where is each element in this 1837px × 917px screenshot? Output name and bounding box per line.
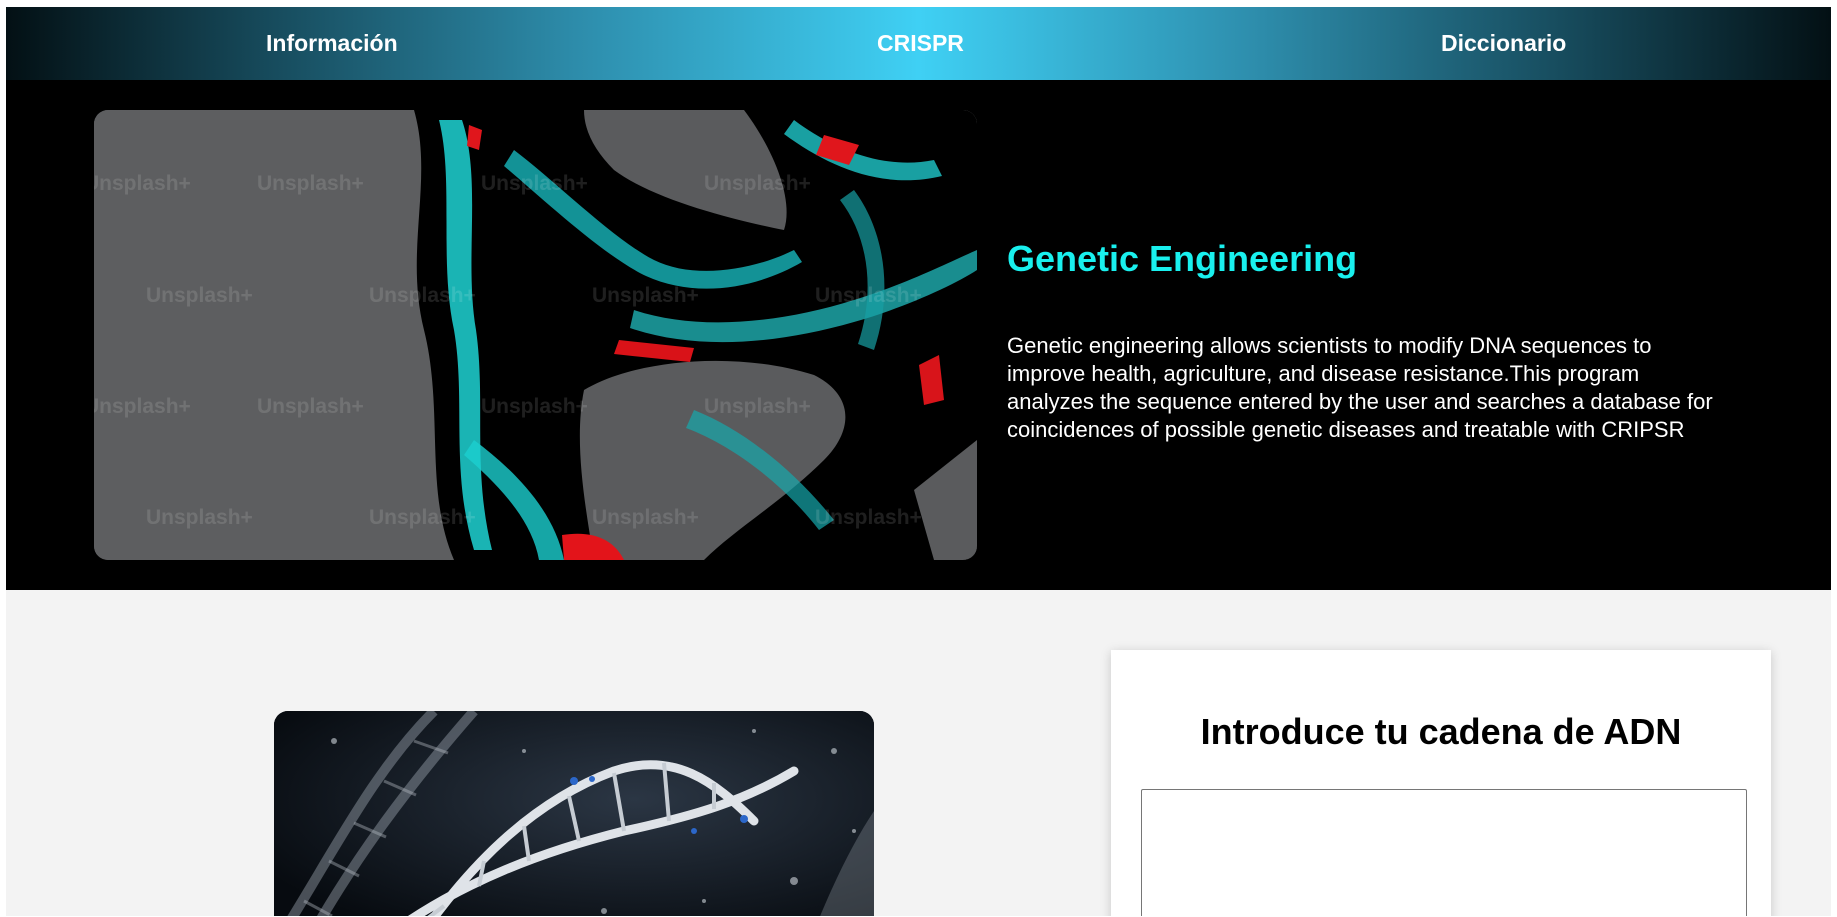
top-navbar: Información CRISPR Diccionario xyxy=(6,7,1831,80)
page-frame: Información CRISPR Diccionario Unsplash+… xyxy=(6,7,1831,916)
svg-text:Unsplash+: Unsplash+ xyxy=(704,172,811,195)
svg-text:Unsplash+: Unsplash+ xyxy=(815,284,922,307)
nav-link-crispr[interactable]: CRISPR xyxy=(877,29,964,57)
svg-text:Unsplash+: Unsplash+ xyxy=(257,172,364,195)
hero-description: Genetic engineering allows scientists to… xyxy=(1007,333,1713,442)
dna-input-card: Introduce tu cadena de ADN xyxy=(1111,650,1771,916)
svg-text:Unsplash+: Unsplash+ xyxy=(704,395,811,418)
svg-text:Unsplash+: Unsplash+ xyxy=(481,172,588,195)
svg-text:Unsplash+: Unsplash+ xyxy=(94,395,191,418)
dna-helix-graphic xyxy=(274,711,874,916)
svg-text:Unsplash+: Unsplash+ xyxy=(369,506,476,529)
svg-text:Unsplash+: Unsplash+ xyxy=(481,395,588,418)
dna-helix-image xyxy=(274,711,874,916)
svg-text:Unsplash+: Unsplash+ xyxy=(257,395,364,418)
hero-dna-graphic: Unsplash+ Unsplash+ Unsplash+ Unsplash+ … xyxy=(94,110,977,560)
nav-link-informacion[interactable]: Información xyxy=(266,29,398,57)
svg-text:Unsplash+: Unsplash+ xyxy=(146,284,253,307)
svg-text:Unsplash+: Unsplash+ xyxy=(369,284,476,307)
svg-text:Unsplash+: Unsplash+ xyxy=(146,506,253,529)
svg-text:Unsplash+: Unsplash+ xyxy=(815,506,922,529)
svg-text:Unsplash+: Unsplash+ xyxy=(592,506,699,529)
hero-dna-image: Unsplash+ Unsplash+ Unsplash+ Unsplash+ … xyxy=(94,110,977,560)
hero-title: Genetic Engineering xyxy=(1007,238,1358,279)
svg-text:Unsplash+: Unsplash+ xyxy=(592,284,699,307)
svg-text:Unsplash+: Unsplash+ xyxy=(94,172,191,195)
hero-section: Unsplash+ Unsplash+ Unsplash+ Unsplash+ … xyxy=(6,80,1831,590)
dna-form-title: Introduce tu cadena de ADN xyxy=(1200,711,1682,752)
nav-link-diccionario[interactable]: Diccionario xyxy=(1441,29,1566,57)
dna-sequence-input[interactable] xyxy=(1141,789,1747,916)
